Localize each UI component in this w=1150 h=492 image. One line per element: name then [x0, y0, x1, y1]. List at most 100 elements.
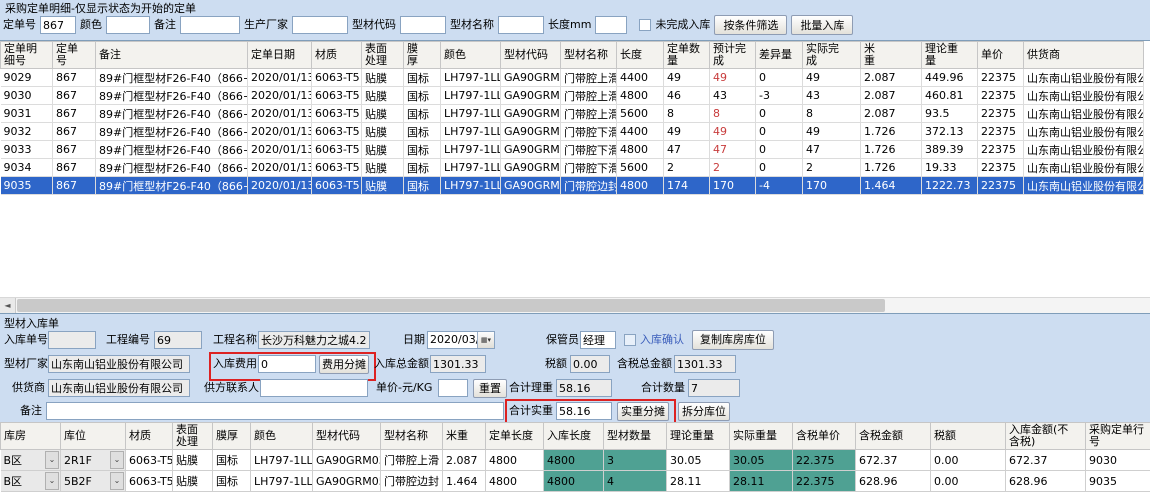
table-cell[interactable]: GA90GRM04	[501, 123, 561, 141]
actual-split-button[interactable]: 实重分摊	[617, 402, 669, 421]
table-cell[interactable]: 4800	[486, 450, 544, 471]
unit-price-input[interactable]	[438, 379, 468, 397]
table-cell[interactable]: 2	[803, 159, 861, 177]
table-cell[interactable]: 47	[664, 141, 710, 159]
table-cell[interactable]: 22375	[978, 177, 1024, 195]
theory-total-input[interactable]	[556, 379, 612, 397]
table-cell[interactable]: 170	[710, 177, 756, 195]
table-cell[interactable]: 22375	[978, 105, 1024, 123]
table-row[interactable]: 903486789#门框型材F26-F40（866+867）2020/01/13…	[1, 159, 1144, 177]
table-cell[interactable]: 8	[710, 105, 756, 123]
table-cell[interactable]: 4800	[617, 177, 664, 195]
table-cell[interactable]: 0	[756, 69, 803, 87]
table-cell[interactable]: 9029	[1, 69, 53, 87]
batch-inbound-button[interactable]: 批量入库	[791, 15, 853, 35]
profile-code-input[interactable]	[400, 16, 446, 34]
table-cell[interactable]: 2	[664, 159, 710, 177]
qty-total-input[interactable]	[688, 379, 740, 397]
table-cell[interactable]: -4	[756, 177, 803, 195]
table-cell[interactable]: 49	[710, 123, 756, 141]
table-cell[interactable]: 门带腔下滑	[561, 141, 617, 159]
split-location-button[interactable]: 拆分库位	[678, 402, 730, 421]
table-cell[interactable]: 6063-T5	[126, 471, 173, 492]
table-cell[interactable]: 0	[756, 159, 803, 177]
table-cell[interactable]: 2.087	[861, 87, 922, 105]
table-cell[interactable]: 国标	[404, 141, 441, 159]
table-cell[interactable]: 89#门框型材F26-F40（866+867）	[96, 159, 248, 177]
table-cell[interactable]: 2020/01/13	[248, 141, 312, 159]
table-cell[interactable]: 0	[756, 105, 803, 123]
table-cell[interactable]: GA90GRM03	[313, 450, 381, 471]
table-cell[interactable]: B区⌄	[1, 450, 61, 471]
table-cell[interactable]: 门带腔上滑	[561, 69, 617, 87]
table-cell[interactable]: 89#门框型材F26-F40（866+867）	[96, 87, 248, 105]
table-cell[interactable]: LH797-1LL0	[251, 450, 313, 471]
table-cell[interactable]: GA90GRM04	[501, 159, 561, 177]
table-cell[interactable]: 628.96	[856, 471, 931, 492]
table-row[interactable]: B区⌄2R1F⌄6063-T5贴膜国标LH797-1LL0GA90GRM03门带…	[1, 450, 1150, 471]
table-cell[interactable]: 2	[710, 159, 756, 177]
table-cell[interactable]: 门带腔上滑	[381, 450, 443, 471]
table-row[interactable]: 903086789#门框型材F26-F40（866+867）2020/01/13…	[1, 87, 1144, 105]
table-cell[interactable]: LH797-1LL0	[441, 105, 501, 123]
table-cell[interactable]: 867	[53, 87, 96, 105]
tax-input[interactable]	[570, 355, 610, 373]
table-cell[interactable]: 28.11	[667, 471, 730, 492]
table-cell[interactable]: LH797-1LL0	[441, 141, 501, 159]
table-cell[interactable]: 5B2F⌄	[61, 471, 126, 492]
table-cell[interactable]: 49	[803, 123, 861, 141]
table-cell[interactable]: 门带腔边封	[561, 177, 617, 195]
manufacturer-input[interactable]	[292, 16, 348, 34]
table-cell[interactable]: 5600	[617, 105, 664, 123]
table-cell[interactable]: 3	[604, 450, 667, 471]
table-row[interactable]: 903186789#门框型材F26-F40（866+867）2020/01/13…	[1, 105, 1144, 123]
table-cell[interactable]: 国标	[404, 105, 441, 123]
table-cell[interactable]: 山东南山铝业股份有限公司	[1024, 141, 1144, 159]
table-cell[interactable]: LH797-1LL0	[441, 123, 501, 141]
table-cell[interactable]: 372.13	[922, 123, 978, 141]
table-cell[interactable]: LH797-1LL0	[441, 159, 501, 177]
reset-button[interactable]: 重置	[473, 379, 507, 398]
table-cell[interactable]: 170	[803, 177, 861, 195]
table-cell[interactable]: LH797-1LL0	[251, 471, 313, 492]
calendar-dropdown-icon[interactable]: ▦▾	[477, 332, 494, 348]
table-cell[interactable]: 6063-T5	[312, 177, 362, 195]
table-cell[interactable]: 9030	[1, 87, 53, 105]
table-cell[interactable]: 47	[710, 141, 756, 159]
table-cell[interactable]: 6063-T5	[312, 123, 362, 141]
supplier-input[interactable]	[48, 379, 190, 397]
table-cell[interactable]: 4400	[617, 123, 664, 141]
scrollbar-thumb[interactable]	[17, 299, 885, 312]
inbound-confirm-checkbox[interactable]	[624, 334, 636, 346]
table-cell[interactable]: 0.00	[931, 471, 1006, 492]
date-picker[interactable]: 2020/03/31 ▦▾	[427, 331, 495, 349]
table-cell[interactable]: GA90GRM03	[501, 69, 561, 87]
table-cell[interactable]: 6063-T5	[312, 141, 362, 159]
table-cell[interactable]: 9030	[1086, 450, 1150, 471]
table-cell[interactable]: 22375	[978, 123, 1024, 141]
table-cell[interactable]: 4	[604, 471, 667, 492]
table-cell[interactable]: 9033	[1, 141, 53, 159]
table-cell[interactable]: 门带腔上滑	[561, 105, 617, 123]
dropdown-arrow-icon[interactable]: ⌄	[45, 451, 59, 469]
table-cell[interactable]: 国标	[404, 159, 441, 177]
table-cell[interactable]: 门带腔下滑	[561, 159, 617, 177]
table-cell[interactable]: 867	[53, 159, 96, 177]
table-cell[interactable]: 贴膜	[362, 159, 404, 177]
table-cell[interactable]: 国标	[404, 87, 441, 105]
table-cell[interactable]: 2020/01/13	[248, 177, 312, 195]
table-cell[interactable]: 4800	[617, 87, 664, 105]
table-cell[interactable]: LH797-1LL0	[441, 87, 501, 105]
table-cell[interactable]: 4400	[617, 69, 664, 87]
table-cell[interactable]: GA90GRM05	[313, 471, 381, 492]
table-cell[interactable]: 9035	[1, 177, 53, 195]
table-cell[interactable]: 6063-T5	[312, 159, 362, 177]
table-cell[interactable]: 山东南山铝业股份有限公司	[1024, 105, 1144, 123]
table-cell[interactable]: 9031	[1, 105, 53, 123]
table-cell[interactable]: 867	[53, 123, 96, 141]
table-row[interactable]: B区⌄5B2F⌄6063-T5贴膜国标LH797-1LL0GA90GRM05门带…	[1, 471, 1150, 492]
table-cell[interactable]: 449.96	[922, 69, 978, 87]
table-cell[interactable]: 867	[53, 69, 96, 87]
inbound-no-input[interactable]	[48, 331, 96, 349]
unfinished-checkbox[interactable]	[639, 19, 651, 31]
